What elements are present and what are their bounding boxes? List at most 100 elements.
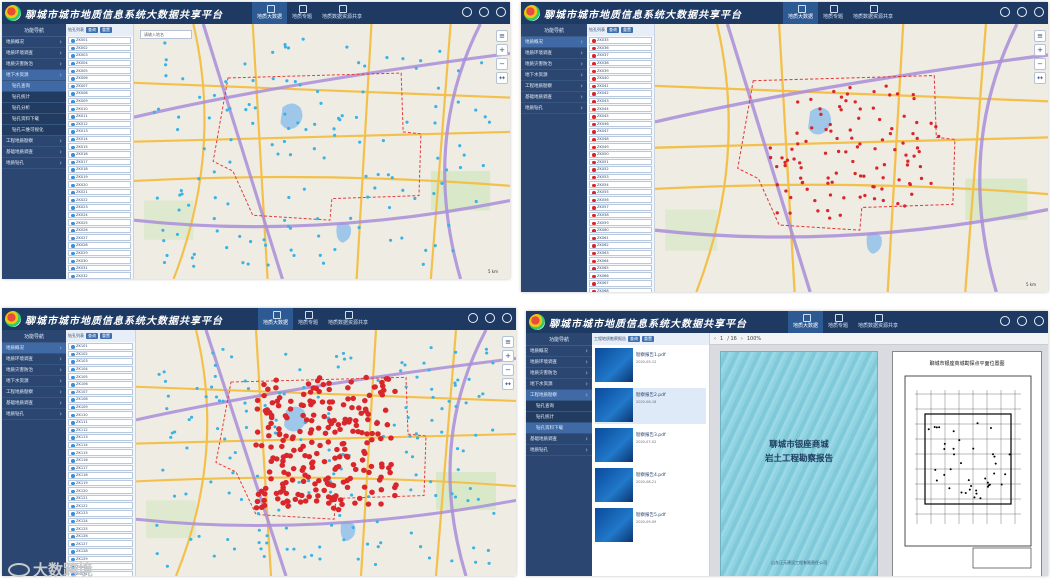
search-button[interactable]: 查询 <box>86 333 98 339</box>
zoom-out-icon[interactable]: − <box>496 58 508 70</box>
list-item[interactable]: ZK105 <box>68 373 133 380</box>
list-item[interactable]: ZK104 <box>68 365 133 373</box>
list-item[interactable]: ZK007 <box>68 82 131 90</box>
measure-icon[interactable]: ↔ <box>1034 72 1046 84</box>
layers-icon[interactable]: ≡ <box>502 336 514 348</box>
list-item[interactable]: ZK054 <box>589 181 652 188</box>
reset-button[interactable]: 重置 <box>100 333 112 339</box>
list-item[interactable]: ZK013 <box>68 128 131 135</box>
map-view[interactable]: 请输入地名 ≡ + − ↔ 5 km <box>134 24 510 279</box>
sidebar-item[interactable]: 地质概况 <box>2 37 66 48</box>
gear-icon[interactable] <box>1017 7 1027 17</box>
sidebar-sub-item[interactable]: 钻孔资料下载 <box>526 423 592 434</box>
list-item[interactable]: ZK052 <box>589 166 652 173</box>
sidebar-item[interactable]: 地质钻孔 <box>521 103 587 114</box>
list-item[interactable]: ZK106 <box>68 380 133 388</box>
sidebar-item[interactable]: 工程地质勘察 <box>2 136 66 147</box>
sidebar-item[interactable]: 工程地质勘察 <box>521 81 587 92</box>
list-item[interactable]: ZK051 <box>589 158 652 166</box>
list-item[interactable]: ZK014 <box>68 135 131 143</box>
document-card[interactable]: 勘察报告4.pdf 2020-08-21 <box>595 468 706 504</box>
list-item[interactable]: ZK128 <box>68 548 133 555</box>
sidebar-item[interactable]: 地下水资源 <box>526 379 592 390</box>
list-item[interactable]: ZK108 <box>68 396 133 403</box>
tab-geo-topic[interactable]: 地质专题 <box>293 308 323 330</box>
refresh-icon[interactable] <box>1000 7 1010 17</box>
map-canvas[interactable] <box>136 330 516 576</box>
list-item[interactable]: ZK031 <box>68 264 131 272</box>
list-item[interactable]: ZK103 <box>68 358 133 365</box>
zoom-in-icon[interactable]: + <box>496 44 508 56</box>
list-item[interactable]: ZK045 <box>589 112 652 120</box>
list-item[interactable]: ZK056 <box>589 196 652 204</box>
list-item[interactable]: ZK025 <box>68 219 131 226</box>
list-item[interactable]: ZK015 <box>68 143 131 150</box>
list-item[interactable]: ZK064 <box>589 257 652 264</box>
list-item[interactable]: ZK036 <box>589 44 652 52</box>
list-item[interactable]: ZK111 <box>68 418 133 426</box>
list-item[interactable]: ZK116 <box>68 456 133 464</box>
gear-icon[interactable] <box>485 313 495 323</box>
list-item[interactable]: ZK107 <box>68 388 133 396</box>
refresh-icon[interactable] <box>462 7 472 17</box>
reset-button[interactable]: 重置 <box>100 27 112 33</box>
list-item[interactable]: ZK028 <box>68 242 131 249</box>
sidebar-item[interactable]: 地质概况 <box>2 343 66 354</box>
tab-data-sharing[interactable]: 地质数据资源共享 <box>853 311 903 333</box>
list-item[interactable]: ZK006 <box>68 74 131 82</box>
sidebar-item[interactable]: 基础地质调查 <box>2 147 66 158</box>
list-item[interactable]: ZK044 <box>589 105 652 112</box>
list-item[interactable]: ZK017 <box>68 158 131 166</box>
list-item[interactable]: ZK055 <box>589 188 652 196</box>
page-number[interactable]: 1 <box>720 336 723 342</box>
sidebar-item[interactable]: 地质环境调查 <box>526 357 592 368</box>
sidebar-item[interactable]: 地下水资源 <box>521 70 587 81</box>
list-item[interactable]: ZK030 <box>68 257 131 264</box>
list-item[interactable]: ZK026 <box>68 226 131 234</box>
sidebar-item[interactable]: 基础地质调查 <box>526 434 592 445</box>
list-item[interactable]: ZK024 <box>68 211 131 219</box>
refresh-icon[interactable] <box>468 313 478 323</box>
document-card[interactable]: 勘察报告3.pdf 2020-07-02 <box>595 428 706 464</box>
list-item[interactable]: ZK048 <box>589 135 652 143</box>
list-item[interactable]: ZK057 <box>589 204 652 211</box>
search-button[interactable]: 查询 <box>86 27 98 33</box>
tab-data-sharing[interactable]: 地质数据资源共享 <box>317 2 367 24</box>
document-card[interactable]: 勘察报告1.pdf 2020-05-12 <box>595 348 706 384</box>
document-card[interactable]: 勘察报告5.pdf 2020-09-09 <box>595 508 706 544</box>
search-button[interactable]: 查询 <box>607 27 619 33</box>
list-item[interactable]: ZK043 <box>589 97 652 105</box>
list-item[interactable]: ZK001 <box>68 37 131 44</box>
list-item[interactable]: ZK101 <box>68 343 133 350</box>
list-item[interactable]: ZK067 <box>589 280 652 287</box>
list-item[interactable]: ZK109 <box>68 403 133 411</box>
user-icon[interactable] <box>1034 316 1044 326</box>
list-item[interactable]: ZK049 <box>589 143 652 150</box>
tab-geo-topic[interactable]: 地质专题 <box>823 311 853 333</box>
list-item[interactable]: ZK009 <box>68 97 131 105</box>
sidebar-sub-item[interactable]: 钻孔三维可视化 <box>2 125 66 136</box>
list-item[interactable]: ZK038 <box>589 59 652 67</box>
sidebar-item[interactable]: 地质灾害防治 <box>521 59 587 70</box>
map-search-input[interactable]: 请输入地名 <box>140 30 192 39</box>
list-item[interactable]: ZK010 <box>68 105 131 112</box>
sidebar-item[interactable]: 地质环境调查 <box>2 48 66 59</box>
list-item[interactable]: ZK061 <box>589 234 652 242</box>
list-item[interactable]: ZK027 <box>68 234 131 242</box>
sidebar-item[interactable]: 地下水资源 <box>2 70 66 81</box>
sidebar-item[interactable]: 地质灾害防治 <box>2 365 66 376</box>
measure-icon[interactable]: ↔ <box>496 72 508 84</box>
sidebar-sub-item[interactable]: 钻孔统计 <box>2 92 66 103</box>
gear-icon[interactable] <box>1017 316 1027 326</box>
list-item[interactable]: ZK126 <box>68 532 133 540</box>
sidebar-sub-item[interactable]: 钻孔资料下载 <box>2 114 66 125</box>
list-item[interactable]: ZK002 <box>68 44 131 52</box>
list-item[interactable]: ZK117 <box>68 464 133 472</box>
sidebar-item[interactable]: 地质环境调查 <box>2 354 66 365</box>
next-page-icon[interactable]: › <box>741 336 743 342</box>
list-item[interactable]: ZK029 <box>68 249 131 257</box>
zoom-out-icon[interactable]: − <box>502 364 514 376</box>
list-item[interactable]: ZK012 <box>68 120 131 128</box>
tab-data-sharing[interactable]: 地质数据资源共享 <box>848 2 898 24</box>
list-item[interactable]: ZK115 <box>68 449 133 456</box>
